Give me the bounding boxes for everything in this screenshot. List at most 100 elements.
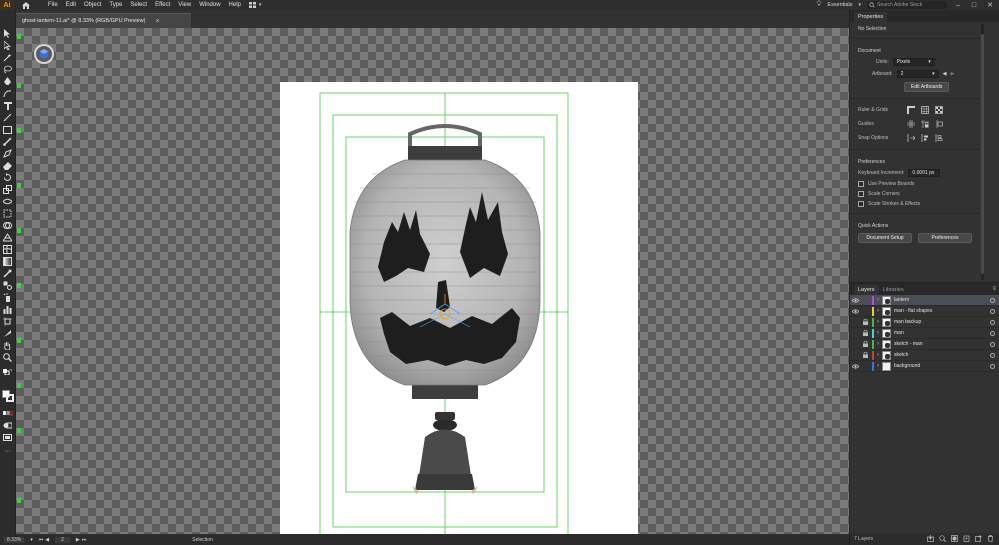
zoom-tool[interactable] [2,352,13,363]
document-tab[interactable]: ghost-lantern-11.ai* @ 8.33% (RGB/GPU Pr… [16,13,191,28]
magic-wand-icon[interactable] [2,52,13,63]
rotate-tool[interactable] [2,172,13,183]
paintbrush-tool[interactable] [2,136,13,147]
next-artboard-button[interactable]: ▶ [76,537,80,543]
edit-artboards-button[interactable]: Edit Artboards [904,82,950,92]
target-circle-icon[interactable] [990,363,995,369]
tab-layers[interactable]: Layers [854,285,879,295]
default-fill-stroke-icon[interactable] [2,366,13,377]
shaper-tool[interactable] [2,148,13,159]
scale-tool[interactable] [2,184,13,195]
menu-help[interactable]: Help [229,0,241,10]
symbol-sprayer-tool[interactable] [2,292,13,303]
tab-libraries[interactable]: Libraries [879,285,908,295]
type-tool[interactable] [2,100,13,111]
lightbulb-icon[interactable]: 💡︎ [817,1,822,9]
blend-tool[interactable] [2,280,13,291]
collect-export-icon[interactable] [927,534,934,544]
chevron-right-icon[interactable]: › [874,341,882,347]
rectangle-tool[interactable] [2,124,13,135]
chevron-right-icon[interactable]: › [874,330,882,336]
menu-edit[interactable]: Edit [66,0,76,10]
layer-name[interactable]: man - flat shapes [894,308,990,314]
layer-name[interactable]: background [894,363,990,369]
shape-builder-tool[interactable] [2,220,13,231]
layer-name[interactable]: lantern [894,297,990,303]
smart-guides-icon[interactable] [934,119,944,129]
lock-icon[interactable] [860,330,870,336]
layer-row[interactable]: › background [850,361,999,372]
layer-row[interactable]: › sketch [850,350,999,361]
gradient-tool[interactable] [2,256,13,267]
layer-row[interactable]: › man - flat shapes [850,306,999,317]
panel-menu-icon[interactable]: ≡ [992,286,996,292]
menu-type[interactable]: Type [109,0,122,10]
eyedropper-tool[interactable] [2,268,13,279]
workspace-switcher[interactable]: Essentials [827,2,852,8]
tab-properties[interactable]: Properties [854,12,888,22]
free-transform-tool[interactable] [2,208,13,219]
document-setup-button[interactable]: Document Setup [858,233,912,243]
gpu-performance-icon[interactable] [34,44,54,64]
zoom-dropdown-icon[interactable]: ▾ [30,537,33,543]
scale-strokes-checkbox[interactable] [858,201,864,207]
hand-tool[interactable] [2,340,13,351]
locate-object-icon[interactable] [939,534,947,544]
layer-row[interactable]: › man [850,328,999,339]
pen-tool[interactable] [2,76,13,87]
scale-corners-checkbox[interactable] [858,191,864,197]
zoom-field[interactable]: 8.33% [4,536,25,543]
units-dropdown[interactable]: Pixels ▾ [892,58,935,66]
mesh-tool[interactable] [2,244,13,255]
width-tool[interactable] [2,196,13,207]
canvas[interactable] [16,28,849,534]
screen-mode-icon[interactable] [2,432,13,443]
use-preview-bounds-checkbox[interactable] [858,181,864,187]
snap-to-pixel-icon[interactable] [934,133,944,143]
first-artboard-button[interactable]: ⏮ [39,537,44,543]
new-sublayer-icon[interactable] [963,535,970,544]
target-circle-icon[interactable] [990,297,995,303]
visibility-eye-icon[interactable] [850,308,860,314]
eraser-tool[interactable] [2,160,13,171]
minimize-button[interactable]: – [953,2,963,9]
line-segment-tool[interactable] [2,112,13,123]
previous-artboard-button[interactable]: ◀ [45,537,49,543]
close-tab-icon[interactable]: × [155,18,159,25]
layer-row[interactable]: › man backup [850,317,999,328]
layer-name[interactable]: sketch [894,352,990,358]
direct-selection-tool[interactable] [2,40,13,51]
clipping-mask-icon[interactable] [951,534,958,544]
last-artboard-button[interactable]: ⏭ [82,537,87,543]
artboard-tool[interactable] [2,316,13,327]
keyboard-increment-field[interactable]: 0.0001 px [908,169,941,177]
trash-icon[interactable] [987,534,994,544]
chevron-right-icon[interactable]: › [874,308,882,314]
layer-row[interactable]: › lantern [850,295,999,306]
status-tool-label[interactable]: Selection [192,537,213,543]
show-guides-icon[interactable] [906,119,916,129]
lock-icon[interactable] [860,319,870,325]
target-circle-icon[interactable] [990,330,995,336]
target-circle-icon[interactable] [990,319,995,325]
menu-object[interactable]: Object [84,0,101,10]
new-layer-icon[interactable] [975,534,982,544]
home-icon[interactable] [20,0,32,10]
artboard-dropdown[interactable]: 2 ▾ [896,70,939,78]
close-button[interactable]: ✕ [985,1,995,9]
column-graph-tool[interactable] [2,304,13,315]
menu-select[interactable]: Select [130,0,147,10]
next-artboard-icon[interactable]: ▶ [950,71,954,77]
menu-file[interactable]: File [48,0,58,10]
drawing-modes-icon[interactable] [2,420,13,431]
layer-name[interactable]: man [894,330,990,336]
grid-icon[interactable] [920,105,930,115]
transparency-grid-icon[interactable] [934,105,944,115]
layer-name[interactable]: sketch - man [894,341,990,347]
visibility-eye-icon[interactable] [850,363,860,369]
lock-icon[interactable] [860,341,870,347]
lasso-icon[interactable] [2,64,13,75]
curvature-tool[interactable] [2,88,13,99]
more-tools-icon[interactable]: ··· [2,446,13,457]
preferences-button[interactable]: Preferences [918,233,972,243]
